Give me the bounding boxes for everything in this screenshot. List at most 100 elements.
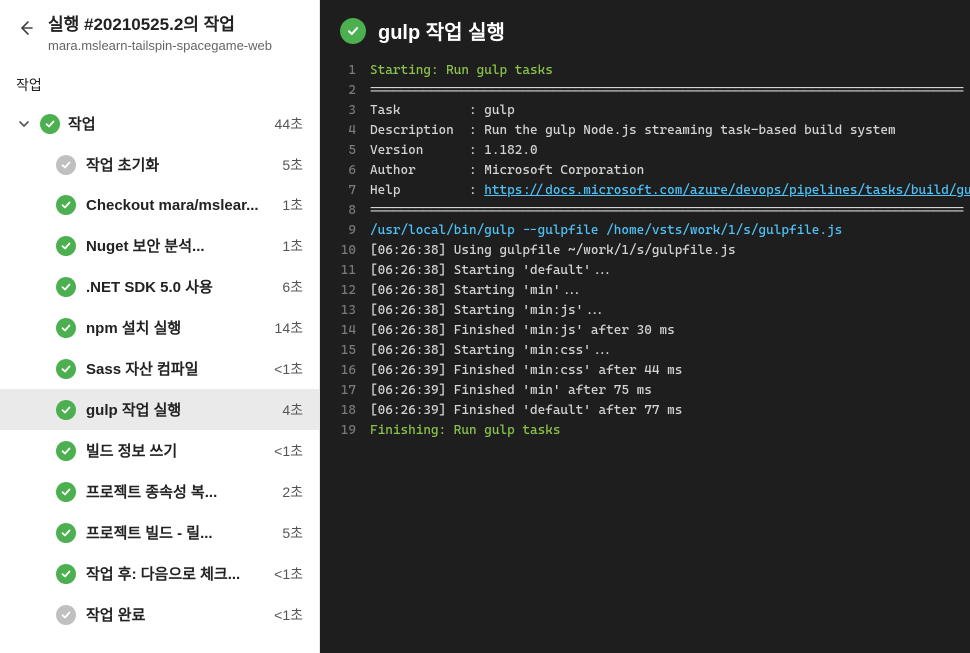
- job-group-row[interactable]: 작업 44초: [0, 103, 319, 144]
- log-line: 7Help : https://docs.microsoft.com/azure…: [320, 181, 970, 201]
- line-text: Version : 1.182.0: [370, 141, 538, 161]
- line-number: 3: [320, 101, 370, 121]
- log-segment: Description : Run the gulp Node.js strea…: [370, 123, 896, 138]
- task-label: 작업 후: 다음으로 체크...: [86, 563, 264, 584]
- log-segment: [06:26:38] Using gulpfile ~/work/1/s/gul…: [370, 243, 736, 258]
- neutral-status-icon: [56, 605, 76, 625]
- task-duration: <1초: [274, 359, 303, 379]
- log-line: 4Description : Run the gulp Node.js stre…: [320, 121, 970, 141]
- log-line: 14[06:26:38] Finished 'min:js' after 30 …: [320, 321, 970, 341]
- line-text: [06:26:39] Finished 'default' after 77 m…: [370, 401, 682, 421]
- log-segment: [06:26:39] Finished 'min:css' after 44 m…: [370, 363, 682, 378]
- log-segment: Finishing: Run gulp tasks: [370, 423, 560, 438]
- task-label: 프로젝트 종속성 복...: [86, 481, 272, 502]
- log-line: 12[06:26:38] Starting 'min'...: [320, 281, 970, 301]
- line-text: [06:26:38] Finished 'min:js' after 30 ms: [370, 321, 675, 341]
- log-segment: [06:26:39] Finished 'default' after 77 m…: [370, 403, 682, 418]
- log-line: 11[06:26:38] Starting 'default'...: [320, 261, 970, 281]
- task-row[interactable]: npm 설치 실행14초: [0, 307, 319, 348]
- log-line: 19Finishing: Run gulp tasks: [320, 421, 970, 441]
- success-icon: [56, 482, 76, 502]
- task-row[interactable]: Checkout mara/mslear... 1초: [0, 185, 319, 225]
- line-text: Starting: Run gulp tasks: [370, 61, 553, 81]
- line-text: Description : Run the gulp Node.js strea…: [370, 121, 896, 141]
- task-row[interactable]: 프로젝트 종속성 복... 2초: [0, 471, 319, 512]
- page-title: 실행 #20210525.2의 작업: [48, 14, 303, 36]
- line-number: 2: [320, 81, 370, 101]
- line-text: [06:26:38] Starting 'min'...: [370, 281, 583, 301]
- line-number: 8: [320, 201, 370, 221]
- log-line: 8=======================================…: [320, 201, 970, 221]
- line-number: 6: [320, 161, 370, 181]
- log-line: 13[06:26:38] Starting 'min:js'...: [320, 301, 970, 321]
- task-label: npm 설치 실행: [86, 317, 265, 338]
- arrow-left-icon: [18, 20, 34, 36]
- log-line: 17[06:26:39] Finished 'min' after 75 ms: [320, 381, 970, 401]
- line-number: 19: [320, 421, 370, 441]
- line-number: 7: [320, 181, 370, 201]
- task-label: 프로젝트 빌드 - 릴...: [86, 522, 272, 543]
- task-duration: <1초: [274, 441, 303, 461]
- line-number: 16: [320, 361, 370, 381]
- log-line: 1Starting: Run gulp tasks: [320, 61, 970, 81]
- line-number: 4: [320, 121, 370, 141]
- task-row[interactable]: 작업 후: 다음으로 체크...<1초: [0, 553, 319, 594]
- line-text: Task : gulp: [370, 101, 515, 121]
- task-row[interactable]: 작업 완료<1초: [0, 594, 319, 635]
- line-text: Finishing: Run gulp tasks: [370, 421, 560, 441]
- task-row[interactable]: 작업 초기화5초: [0, 144, 319, 185]
- task-list: 작업 초기화5초 Checkout mara/mslear... 1초 Nuget 보…: [0, 144, 319, 653]
- log-segment: [06:26:38] Finished 'min:js' after 30 ms: [370, 323, 675, 338]
- task-row[interactable]: Nuget 보안 분석...1초: [0, 225, 319, 266]
- task-label: 작업 초기화: [86, 154, 272, 175]
- log-segment: Help :: [370, 183, 484, 198]
- neutral-status-icon: [56, 155, 76, 175]
- success-icon: [56, 523, 76, 543]
- log-segment: [06:26:38] Starting 'min:js'...: [370, 303, 606, 318]
- success-icon: [56, 318, 76, 338]
- line-number: 5: [320, 141, 370, 161]
- log-line: 5Version : 1.182.0: [320, 141, 970, 161]
- line-number: 1: [320, 61, 370, 81]
- help-link[interactable]: https://docs.microsoft.com/azure/devops/…: [484, 183, 970, 198]
- success-icon: [56, 441, 76, 461]
- success-icon: [56, 236, 76, 256]
- log-segment: /usr/local/bin/gulp --gulpfile /home/vst…: [370, 223, 842, 238]
- log-line: 3Task : gulp: [320, 101, 970, 121]
- log-line: 18[06:26:39] Finished 'default' after 77…: [320, 401, 970, 421]
- line-number: 10: [320, 241, 370, 261]
- log-segment: [06:26:38] Starting 'default'...: [370, 263, 614, 278]
- task-row[interactable]: Sass 자산 컴파일<1초: [0, 348, 319, 389]
- line-number: 12: [320, 281, 370, 301]
- main-header: gulp 작업 실행: [320, 0, 970, 61]
- task-row[interactable]: 프로젝트 빌드 - 릴...5초: [0, 512, 319, 553]
- page-subtitle: mara.mslearn-tailspin-spacegame-web: [48, 38, 303, 53]
- log-segment: ========================================…: [370, 203, 964, 218]
- line-text: Help : https://docs.microsoft.com/azure/…: [370, 181, 970, 201]
- task-duration: 2초: [282, 482, 303, 502]
- log-segment: Author : Microsoft Corporation: [370, 163, 644, 178]
- task-duration: 1초: [282, 195, 303, 215]
- line-number: 15: [320, 341, 370, 361]
- log-area[interactable]: 1Starting: Run gulp tasks2==============…: [320, 61, 970, 653]
- log-line: 6Author : Microsoft Corporation: [320, 161, 970, 181]
- task-label: Checkout mara/mslear...: [86, 197, 272, 214]
- task-row[interactable]: .NET SDK 5.0 사용6초: [0, 266, 319, 307]
- line-text: ========================================…: [370, 201, 964, 221]
- sidebar: 실행 #20210525.2의 작업 mara.mslearn-tailspin…: [0, 0, 320, 653]
- task-row[interactable]: gulp 작업 실행4초: [0, 389, 319, 430]
- log-line: 9/usr/local/bin/gulp --gulpfile /home/vs…: [320, 221, 970, 241]
- success-icon: [56, 277, 76, 297]
- log-segment: ========================================…: [370, 83, 964, 98]
- line-text: [06:26:39] Finished 'min:css' after 44 m…: [370, 361, 682, 381]
- line-number: 11: [320, 261, 370, 281]
- task-row[interactable]: 빌드 정보 쓰기<1초: [0, 430, 319, 471]
- line-number: 18: [320, 401, 370, 421]
- log-segment: Task : gulp: [370, 103, 515, 118]
- back-button[interactable]: [16, 16, 36, 40]
- job-group-duration: 44초: [275, 114, 303, 134]
- task-duration: <1초: [274, 605, 303, 625]
- job-group-label: 작업: [68, 113, 267, 134]
- line-number: 13: [320, 301, 370, 321]
- success-icon: [56, 359, 76, 379]
